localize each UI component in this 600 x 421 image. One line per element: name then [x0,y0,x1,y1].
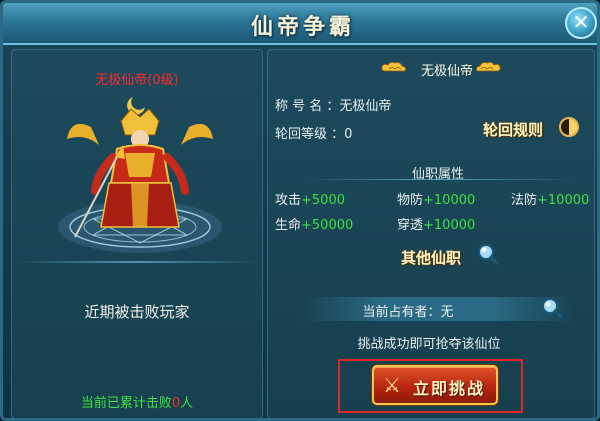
dialog-title: 仙帝争霸 [250,14,355,40]
cloud-icon [381,61,406,72]
attr-value: +5000 [301,193,345,208]
attr-value: +50000 [301,218,354,233]
rebirth-label: 轮回等级 ： [275,127,345,142]
attr-label: 生命 [275,218,302,233]
title-value: 无极仙帝 [339,99,392,114]
title-label: 称 号 名 ： [275,99,340,114]
defeat-count-prefix: 当前已累计击败 [80,396,172,411]
attr-value: +10000 [537,193,590,208]
sword-icon: ⚔ [383,373,401,397]
rebirth-row: 轮回等级 ：0 [275,123,352,142]
attr-label: 攻击 [275,193,302,208]
current-holder: 当前占有者：无 [362,305,454,320]
close-button[interactable]: ✕ [565,7,597,39]
search-icon[interactable] [477,243,499,265]
attr-value: +10000 [423,218,476,233]
attr-physical-defense: 物防+10000 [397,189,475,208]
attr-attack: 攻击+5000 [275,189,345,208]
hero-name: 无极仙帝(0级) [95,73,179,88]
throne-dialog: 仙帝争霸 ✕ 无极仙帝(0级) 近期被击败玩家 当前已累计击败0人 无极仙帝 称… [0,0,600,421]
attributes-divider [303,179,573,180]
attr-magic-defense: 法防+10000 [511,189,589,208]
challenge-hint: 挑战成功即可抢夺该仙位 [357,337,501,352]
attr-penetration: 穿透+10000 [397,214,475,233]
hero-divider [15,261,259,263]
attr-health: 生命+50000 [275,214,353,233]
rebirth-rules-link[interactable]: 轮回规则 [483,119,543,140]
yinyang-icon[interactable] [559,117,579,137]
defeat-count: 当前已累计击败0人 [11,392,263,411]
defeat-count-suffix: 人 [180,396,194,411]
challenge-now-button[interactable]: ⚔ 立即挑战 [372,365,498,405]
defeated-players-title: 近期被击败玩家 [84,303,190,321]
attr-label: 穿透 [397,218,424,233]
title-bar: 仙帝争霸 [3,3,597,45]
other-positions-link[interactable]: 其他仙职 [401,247,461,268]
title-row: 称 号 名 ：无极仙帝 [275,95,391,114]
cloud-icon [476,61,501,72]
attr-value: +10000 [423,193,476,208]
hero-portrait [58,97,222,253]
attr-label: 物防 [397,193,424,208]
attr-label: 法防 [511,193,538,208]
rebirth-value: 0 [344,127,353,142]
close-icon: ✕ [572,10,590,34]
defeat-count-value: 0 [171,396,181,411]
search-icon[interactable] [541,297,563,319]
challenge-label: 立即挑战 [412,379,485,398]
